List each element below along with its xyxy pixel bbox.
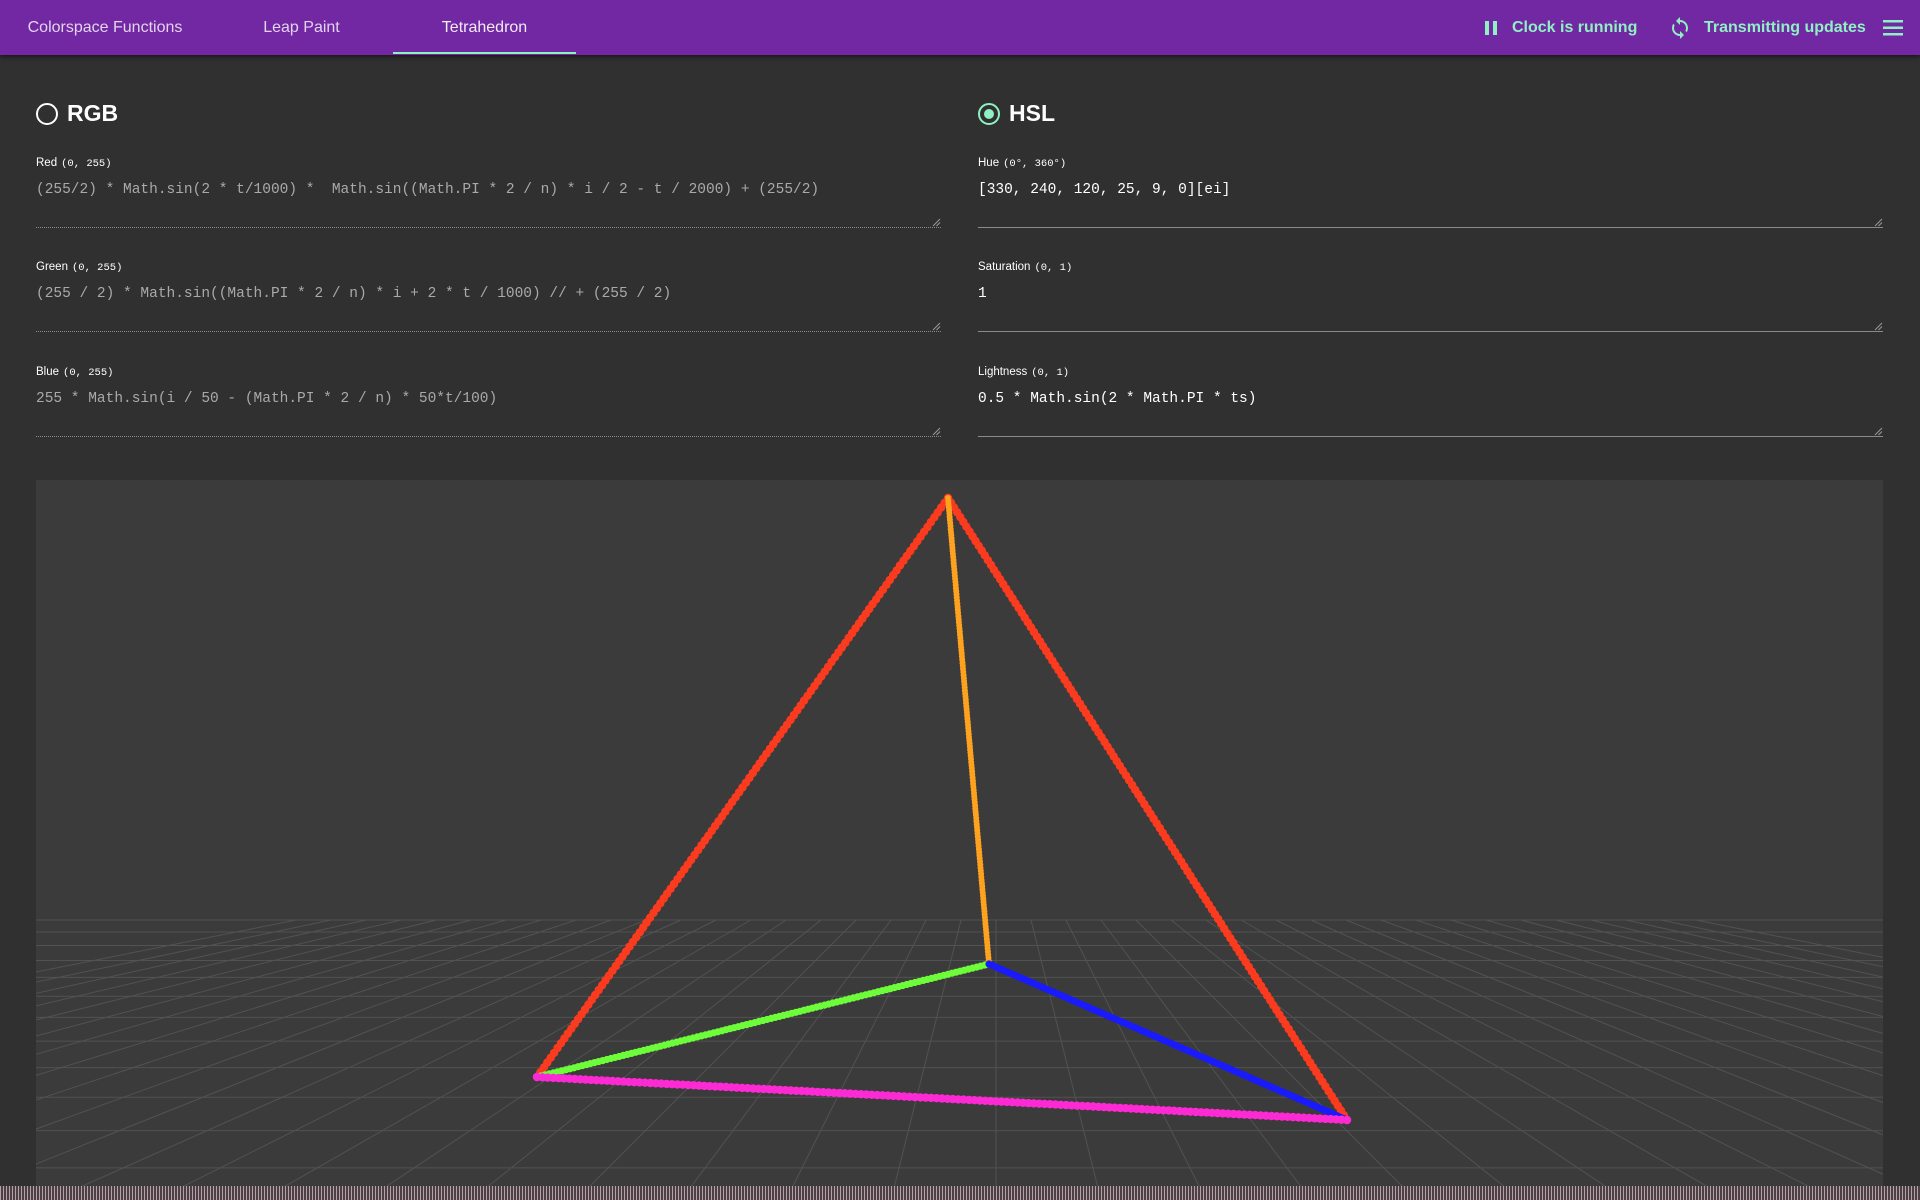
tab-colorspace-functions[interactable]: Colorspace Functions	[0, 0, 210, 55]
lightness-field: Lightness (0, 1) 0.5 * Math.sin(2 * Math.…	[978, 366, 1883, 438]
transmit-status-label: Transmitting updates	[1704, 18, 1866, 36]
grid-line	[1065, 919, 1207, 1200]
grid-line	[1485, 919, 1883, 1034]
menu-icon[interactable]	[1882, 17, 1904, 39]
lightness-label: Lightness	[978, 366, 1028, 378]
rgb-mode-radio[interactable]: RGB	[36, 100, 118, 127]
grid-line	[1555, 919, 1883, 1003]
blue-label: Blue	[36, 366, 60, 378]
saturation-field: Saturation (0, 1) 1	[978, 261, 1883, 333]
edge-left-right	[532, 1072, 1352, 1125]
grid-line	[680, 919, 892, 1200]
grid-line	[36, 919, 332, 983]
grid-line	[36, 919, 437, 1021]
grid-line	[1345, 919, 1883, 1136]
red-expression-input[interactable]: (255/2) * Math.sin(2 * t/1000) * Math.si…	[36, 181, 941, 225]
lightness-range: (0, 1)	[1031, 367, 1070, 379]
hue-field: Hue (0°, 360°) [330, 240, 120, 25, 9, 0][…	[978, 157, 1883, 229]
blue-range: (0, 255)	[63, 367, 114, 379]
grid-line	[36, 919, 647, 1165]
grid-line	[259, 919, 752, 1200]
resize-grip-icon[interactable]	[932, 218, 941, 227]
green-label: Green	[36, 261, 68, 273]
lightness-expression-input[interactable]: 0.5 * Math.sin(2 * Math.PI * ts)	[978, 390, 1883, 434]
grid-line	[1450, 919, 1883, 1054]
resize-grip-icon[interactable]	[932, 322, 941, 331]
grid-line	[36, 919, 297, 973]
grid-line	[1275, 919, 1838, 1200]
tab-tetrahedron[interactable]: Tetrahedron	[393, 0, 576, 55]
green-field: Green (0, 255) (255 / 2) * Math.sin((Math…	[36, 261, 941, 333]
pause-icon	[1485, 20, 1497, 35]
tab-leap-paint[interactable]: Leap Paint	[230, 0, 373, 55]
tab-label: Tetrahedron	[441, 18, 528, 36]
clock-status-label: Clock is running	[1512, 18, 1638, 36]
lightness-underline	[978, 436, 1883, 437]
resize-grip-icon[interactable]	[1874, 218, 1883, 227]
active-tab-indicator	[393, 52, 576, 54]
grid-line	[785, 919, 927, 1200]
grid-line	[36, 919, 542, 1076]
saturation-label: Saturation	[978, 261, 1031, 273]
hue-label: Hue	[978, 157, 1000, 169]
grid-line	[1030, 919, 1102, 1200]
red-label: Red	[36, 157, 58, 169]
resize-grip-icon[interactable]	[932, 427, 941, 436]
grid-line	[1135, 919, 1417, 1200]
hue-underline	[978, 227, 1883, 228]
tab-label: Leap Paint	[263, 18, 340, 36]
red-underline	[36, 227, 941, 228]
resize-grip-icon[interactable]	[1874, 427, 1883, 436]
radio-checked-icon	[978, 102, 1000, 125]
app-bar: Colorspace Functions Leap Paint Tetrahed…	[0, 0, 1920, 55]
grid-line	[1240, 919, 1733, 1200]
tetrahedron-viewport[interactable]	[36, 480, 1883, 1200]
green-underline	[36, 331, 941, 332]
led-preview-strip	[0, 1186, 1920, 1200]
grid-line	[154, 919, 717, 1200]
floor-grid	[36, 919, 1883, 1200]
hue-range: (0°, 360°)	[1003, 158, 1067, 170]
tetrahedron-edges	[532, 493, 1352, 1125]
radio-unchecked-icon	[36, 102, 58, 125]
saturation-range: (0, 1)	[1034, 262, 1073, 274]
saturation-expression-input[interactable]: 1	[978, 285, 1883, 329]
red-range: (0, 255)	[61, 158, 112, 170]
rgb-mode-label: RGB	[67, 100, 119, 126]
grid-line	[36, 919, 402, 1007]
led-dot	[1342, 1115, 1352, 1125]
red-field: Red (0, 255) (255/2) * Math.sin(2 * t/100…	[36, 157, 941, 229]
transmit-toggle-button[interactable]: Transmitting updates	[1668, 0, 1866, 55]
hsl-mode-label: HSL	[1009, 100, 1055, 126]
edge-apex-center	[945, 495, 992, 967]
grid-line	[890, 919, 962, 1200]
green-expression-input[interactable]: (255 / 2) * Math.sin((Math.PI * 2 / n) *…	[36, 285, 941, 329]
grid-line	[470, 919, 822, 1200]
grid-line	[1170, 919, 1522, 1200]
sync-icon	[1672, 16, 1688, 39]
blue-underline	[36, 436, 941, 437]
green-range: (0, 255)	[71, 262, 123, 274]
grid-line	[36, 919, 612, 1130]
grid-line	[1625, 919, 1883, 978]
blue-expression-input[interactable]: 255 * Math.sin(i / 50 - (Math.PI * 2 / n…	[36, 390, 941, 434]
clock-toggle-button[interactable]: Clock is running	[1482, 0, 1637, 55]
tetrahedron-scene[interactable]	[36, 480, 1883, 1200]
grid-line	[1520, 919, 1883, 1018]
hsl-mode-radio[interactable]: HSL	[978, 100, 1055, 127]
blue-field: Blue (0, 255) 255 * Math.sin(i / 50 - (Ma…	[36, 366, 941, 438]
saturation-underline	[978, 331, 1883, 332]
tab-label: Colorspace Functions	[27, 18, 183, 36]
grid-line	[1660, 919, 1883, 968]
resize-grip-icon[interactable]	[1874, 322, 1883, 331]
hue-expression-input[interactable]: [330, 240, 120, 25, 9, 0][ei]	[978, 181, 1883, 225]
grid-line	[1310, 919, 1883, 1175]
